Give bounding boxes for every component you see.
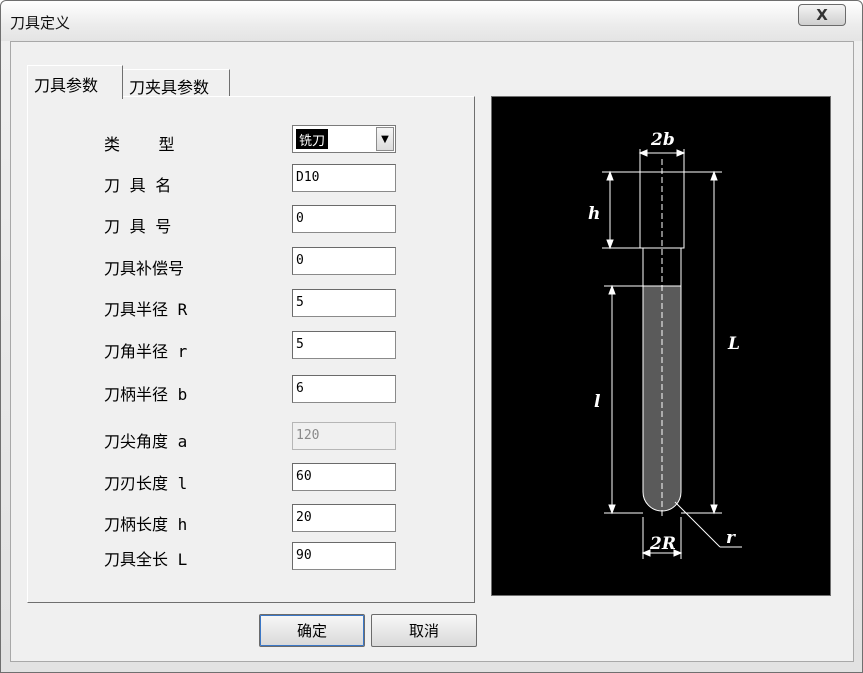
tool-drawing: 2b h L l 2R r xyxy=(588,130,742,559)
dim-h-label: h xyxy=(588,204,600,224)
type-label: 类 型 xyxy=(104,135,175,154)
tool-name-field[interactable]: D10 xyxy=(292,164,396,192)
flute-length-label: 刀刃长度 l xyxy=(104,474,188,493)
tool-radius-field[interactable]: 5 xyxy=(292,289,396,317)
tool-name-label: 刀 具 名 xyxy=(104,176,172,195)
dim-L-label: L xyxy=(727,334,740,354)
title-bar: 刀具定义 X xyxy=(1,1,862,41)
dim-r-label: r xyxy=(726,528,736,548)
tab-label: 刀具参数 xyxy=(34,76,99,95)
shank-radius-field[interactable]: 6 xyxy=(292,375,396,403)
tool-radius-label: 刀具半径 R xyxy=(104,300,188,319)
total-length-label: 刀具全长 L xyxy=(104,550,188,569)
shank-length-label: 刀柄长度 h xyxy=(104,515,188,534)
tab-tool-parameters[interactable]: 刀具参数 xyxy=(27,65,123,99)
window-title: 刀具定义 xyxy=(10,14,71,32)
tool-definition-dialog: 刀具定义 X 刀具参数 刀夹具参数 类 型 刀 具 名 刀 具 号 刀具补偿号 … xyxy=(0,0,863,673)
tool-number-label: 刀 具 号 xyxy=(104,217,172,236)
flute-length-field[interactable]: 60 xyxy=(292,463,396,491)
compensation-number-label: 刀具补偿号 xyxy=(104,259,185,278)
close-button[interactable]: X xyxy=(798,4,846,26)
cancel-button[interactable]: 取消 xyxy=(371,614,477,647)
tip-angle-field: 120 xyxy=(292,422,396,450)
tab-panel xyxy=(27,96,475,603)
tool-number-field[interactable]: 0 xyxy=(292,205,396,233)
corner-radius-label: 刀角半径 r xyxy=(104,342,188,361)
total-length-field[interactable]: 90 xyxy=(292,542,396,570)
shank-length-field[interactable]: 20 xyxy=(292,504,396,532)
tip-angle-label: 刀尖角度 a xyxy=(104,432,188,451)
shank-radius-label: 刀柄半径 b xyxy=(104,385,188,404)
ok-button[interactable]: 确定 xyxy=(259,614,365,647)
dropdown-button[interactable]: ▼ xyxy=(376,127,394,151)
tool-type-select[interactable]: 铣刀 ▼ xyxy=(292,125,396,153)
dim-l-label: l xyxy=(594,392,601,412)
tab-label: 刀夹具参数 xyxy=(129,78,210,97)
close-icon: X xyxy=(816,6,828,24)
dim-2R-label: 2R xyxy=(649,534,676,554)
tool-preview-diagram: 2b h L l 2R r xyxy=(491,96,831,596)
corner-radius-field[interactable]: 5 xyxy=(292,331,396,359)
compensation-number-field[interactable]: 0 xyxy=(292,247,396,275)
dim-2b-label: 2b xyxy=(650,130,675,150)
chevron-down-icon: ▼ xyxy=(381,133,389,145)
tab-holder-parameters[interactable]: 刀夹具参数 xyxy=(123,69,230,97)
tool-type-value: 铣刀 xyxy=(296,129,329,149)
